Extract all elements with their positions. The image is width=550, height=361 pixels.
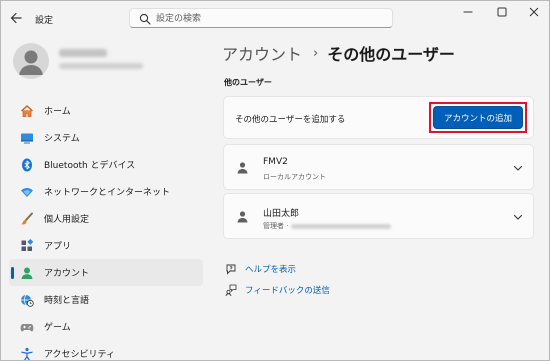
sidebar-item-system[interactable]: システム — [9, 124, 203, 151]
email-redacted — [291, 223, 392, 229]
sidebar-item-home[interactable]: ホーム — [9, 97, 203, 124]
user-name: FMV2 — [263, 157, 288, 167]
chevron-down-icon[interactable] — [513, 163, 523, 173]
sidebar-item-label: システム — [44, 134, 80, 144]
sidebar-item-label: アクセシビリティ — [44, 350, 116, 360]
section-title: 他のユーザー — [224, 78, 272, 87]
user-card-yamada[interactable]: 山田太郎 管理者 · — [223, 193, 534, 239]
monitor-icon — [20, 131, 34, 145]
back-arrow-icon[interactable] — [8, 10, 26, 26]
feedback-icon — [225, 284, 237, 297]
user-icon — [236, 210, 249, 223]
minimize-button[interactable] — [451, 1, 484, 23]
accessibility-icon — [20, 347, 34, 360]
sidebar-item-label: アカウント — [44, 269, 90, 279]
sidebar-nav: ホーム システム Bluetooth とデバイス ネットワークとインターネット … — [9, 97, 203, 360]
sidebar-item-label: Bluetooth とデバイス — [44, 161, 136, 171]
user-card-fmv2[interactable]: FMV2 ローカルアカウント — [223, 144, 534, 190]
home-icon — [20, 104, 34, 118]
profile-name-redacted — [59, 49, 107, 57]
settings-window: 設定 ホーム シス — [0, 0, 550, 361]
profile-email-redacted — [59, 63, 143, 69]
sidebar-item-label: 時刻と言語 — [44, 296, 90, 306]
bluetooth-icon — [20, 158, 34, 172]
chevron-down-icon[interactable] — [513, 212, 523, 222]
apps-icon — [20, 238, 34, 253]
sidebar-item-label: アプリ — [44, 242, 72, 252]
account-icon — [20, 266, 34, 280]
sidebar-item-network[interactable]: ネットワークとインターネット — [9, 178, 203, 205]
active-indicator — [11, 267, 14, 279]
title-bar: 設定 — [1, 1, 549, 35]
maximize-icon — [497, 7, 506, 17]
add-account-button[interactable]: アカウントの追加 — [433, 106, 523, 129]
brush-icon — [20, 212, 34, 226]
sidebar-item-label: ネットワークとインターネット — [44, 188, 171, 198]
user-account-type: ローカルアカウント — [263, 173, 326, 181]
help-icon — [225, 263, 237, 275]
add-user-text: その他のユーザーを追加する — [235, 115, 346, 125]
sidebar-item-label: ホーム — [44, 107, 71, 117]
page-title: その他のユーザー — [327, 45, 455, 64]
user-account-type: 管理者 · — [263, 222, 289, 230]
close-icon — [529, 7, 538, 17]
search-box[interactable] — [129, 8, 393, 28]
person-icon — [19, 50, 43, 75]
gamepad-icon — [20, 320, 34, 334]
breadcrumb-parent[interactable]: アカウント — [222, 41, 302, 65]
help-link[interactable]: ヘルプを表示 — [225, 263, 296, 275]
user-account-type-row: 管理者 · — [263, 221, 392, 231]
search-icon — [139, 13, 151, 25]
minimize-icon — [463, 11, 472, 13]
sidebar-item-personalization[interactable]: 個人用設定 — [9, 205, 203, 232]
globe-clock-icon — [20, 293, 34, 307]
sidebar-item-label: 個人用設定 — [44, 215, 90, 225]
sidebar-item-apps[interactable]: アプリ — [9, 232, 203, 259]
breadcrumb: アカウント › その他のユーザー — [222, 40, 455, 66]
sidebar-item-label: ゲーム — [44, 323, 71, 333]
avatar[interactable] — [13, 43, 49, 79]
search-input[interactable] — [156, 11, 386, 26]
app-title: 設定 — [35, 16, 54, 26]
user-icon — [236, 161, 249, 174]
sidebar-item-bluetooth[interactable]: Bluetooth とデバイス — [9, 151, 203, 178]
help-link-text[interactable]: ヘルプを表示 — [245, 263, 296, 275]
feedback-link[interactable]: フィードバックの送信 — [225, 284, 330, 297]
maximize-button[interactable] — [485, 1, 518, 23]
sidebar-item-gaming[interactable]: ゲーム — [9, 313, 203, 340]
sidebar-item-accessibility[interactable]: アクセシビリティ — [9, 340, 203, 360]
sidebar-item-time-language[interactable]: 時刻と言語 — [9, 286, 203, 313]
feedback-link-text[interactable]: フィードバックの送信 — [245, 284, 330, 296]
sidebar-item-accounts[interactable]: アカウント — [9, 259, 203, 286]
add-user-card: その他のユーザーを追加する アカウントの追加 — [223, 96, 534, 139]
close-button[interactable] — [517, 1, 549, 23]
breadcrumb-separator: › — [313, 45, 319, 61]
wifi-icon — [20, 185, 34, 199]
user-name: 山田太郎 — [263, 209, 300, 219]
